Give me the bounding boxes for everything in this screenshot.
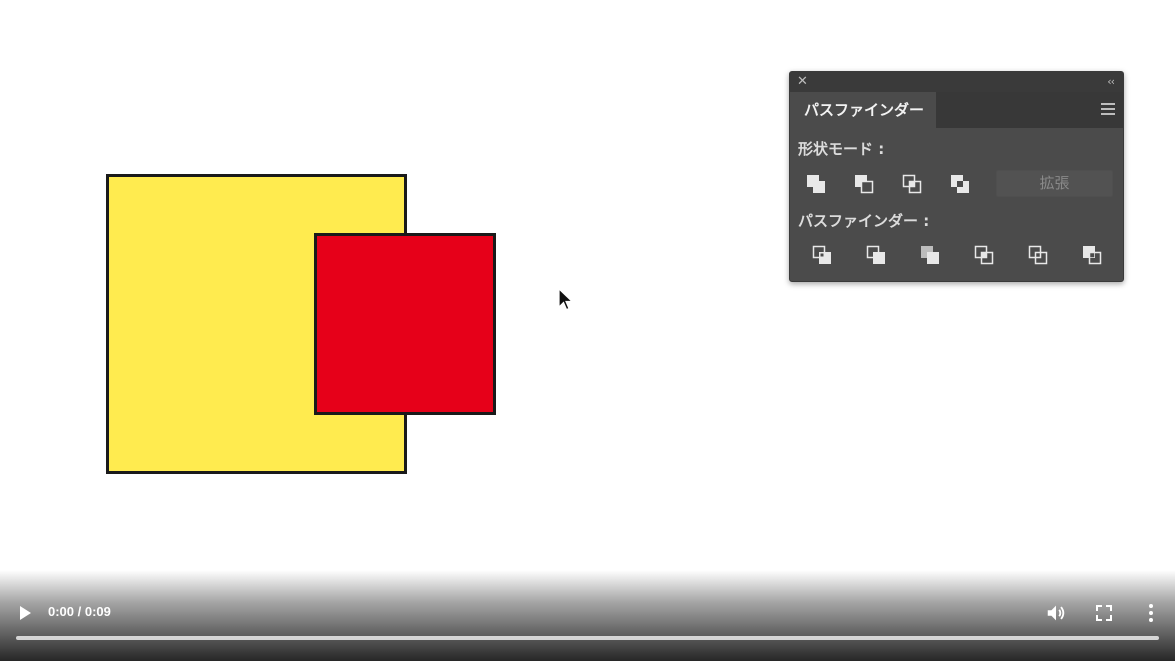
mouse-cursor-icon: [558, 288, 574, 311]
video-frame: ✕ ‹‹ パスファインダー 形状モード : 拡張 パスファインダー : 0:00…: [0, 0, 1175, 661]
panel-titlebar[interactable]: ✕ ‹‹: [790, 72, 1123, 92]
trim-icon[interactable]: [864, 243, 888, 267]
close-icon[interactable]: ✕: [797, 74, 808, 90]
expand-button[interactable]: 拡張: [996, 170, 1113, 197]
play-icon[interactable]: [16, 603, 34, 623]
outline-icon[interactable]: [1026, 243, 1050, 267]
minus-back-icon[interactable]: [1080, 243, 1104, 267]
pathfinder-panel: ✕ ‹‹ パスファインダー 形状モード : 拡張 パスファインダー :: [789, 71, 1124, 282]
hamburger-menu-icon[interactable]: [1101, 103, 1115, 115]
shape-modes-label: 形状モード :: [798, 140, 885, 158]
more-vert-icon[interactable]: [1145, 602, 1157, 624]
volume-icon[interactable]: [1045, 602, 1067, 624]
crop-icon[interactable]: [972, 243, 996, 267]
fullscreen-icon[interactable]: [1095, 604, 1113, 622]
double-chevron-left-icon[interactable]: ‹‹: [1107, 74, 1115, 90]
merge-icon[interactable]: [918, 243, 942, 267]
time-display: 0:00 / 0:09: [48, 604, 111, 619]
tab-pathfinder[interactable]: パスファインダー: [790, 92, 936, 128]
progress-bar[interactable]: [16, 636, 1159, 640]
exclude-icon[interactable]: [948, 172, 972, 196]
video-controls: 0:00 / 0:09: [0, 570, 1175, 661]
intersect-icon[interactable]: [900, 172, 924, 196]
pathfinders-label: パスファインダー :: [798, 212, 930, 230]
unite-icon[interactable]: [804, 172, 828, 196]
minus-front-icon[interactable]: [852, 172, 876, 196]
red-square[interactable]: [314, 233, 496, 415]
panel-tabbar: パスファインダー: [790, 92, 1123, 128]
divide-icon[interactable]: [810, 243, 834, 267]
